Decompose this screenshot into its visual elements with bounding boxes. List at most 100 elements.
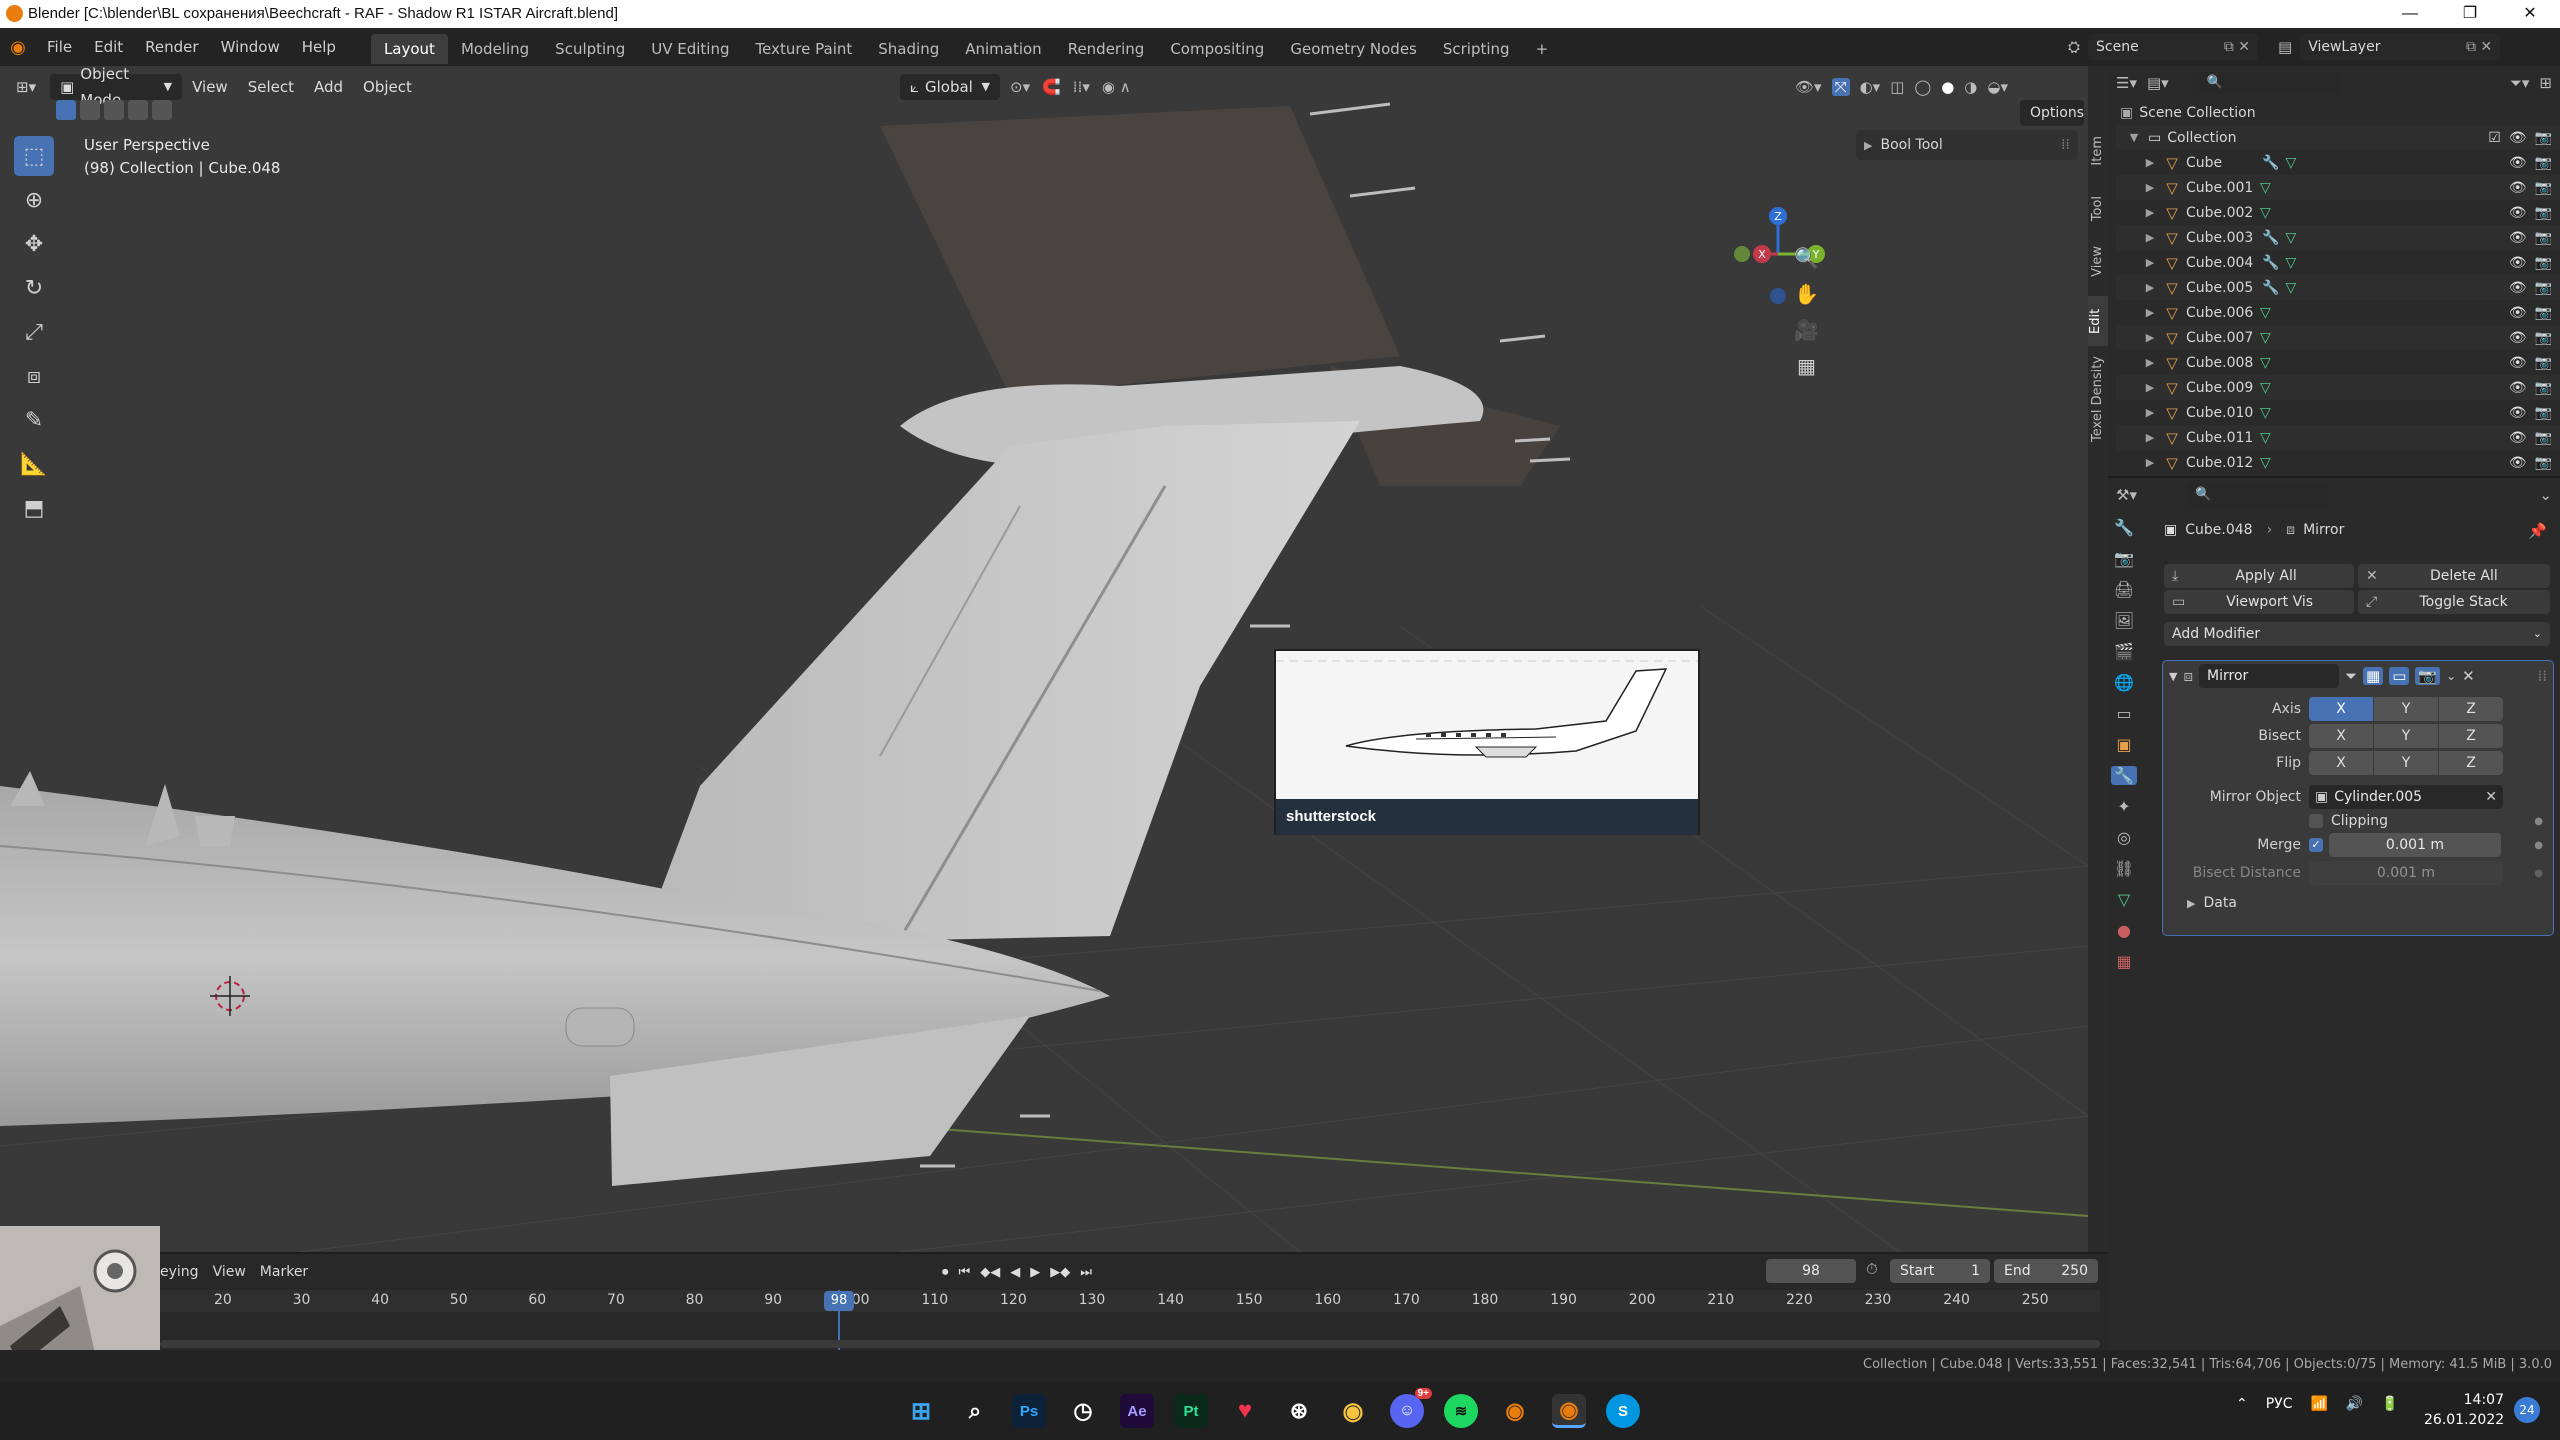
chevron-down-icon[interactable]: ⌄ bbox=[2539, 486, 2552, 504]
remove-modifier-icon[interactable]: ✕ bbox=[2462, 667, 2475, 685]
modifier-wrench-icon[interactable]: 🔧 bbox=[2262, 255, 2279, 271]
modifier-wrench-icon[interactable]: 🔧 bbox=[2262, 155, 2279, 171]
add-modifier-dropdown[interactable]: Add Modifier ⌄ bbox=[2164, 622, 2550, 646]
move-tool-icon[interactable]: ✥ bbox=[14, 224, 54, 264]
play-icon[interactable]: ▶ bbox=[1030, 1265, 1040, 1280]
zoom-icon[interactable]: 🔍 bbox=[1794, 246, 1819, 270]
scene-tab-icon[interactable]: 🎬 bbox=[2114, 642, 2134, 661]
blender-app-icon[interactable]: ◉ bbox=[1498, 1394, 1532, 1428]
data-subpanel[interactable]: ▶ Data bbox=[2163, 895, 2553, 911]
eye-icon[interactable]: 👁 bbox=[2509, 305, 2527, 321]
clock-app-icon[interactable]: ◷ bbox=[1066, 1394, 1100, 1428]
properties-editor-icon[interactable]: ⚒▾ bbox=[2116, 486, 2137, 504]
mesh-data-icon[interactable]: ▽ bbox=[2285, 255, 2296, 271]
properties-search-input[interactable]: 🔍 bbox=[2186, 484, 2327, 506]
outliner-item[interactable]: ▶ ▽ Cube.008 ▽ 👁 📷 bbox=[2116, 350, 2560, 375]
object-tab-icon[interactable]: ▣ bbox=[2116, 735, 2131, 754]
axis-z-toggle[interactable]: Z bbox=[2439, 697, 2503, 721]
texture-tab-icon[interactable]: ▦ bbox=[2116, 952, 2131, 971]
jump-start-icon[interactable]: ⏮ bbox=[959, 1265, 971, 1280]
select-subtract-icon[interactable] bbox=[104, 100, 124, 120]
expand-triangle-icon[interactable]: ▶ bbox=[2142, 231, 2158, 244]
menu-window[interactable]: Window bbox=[210, 28, 291, 66]
eye-icon[interactable]: 👁 bbox=[2509, 430, 2527, 446]
outliner-item[interactable]: ▶ ▽ Cube 🔧 ▽ 👁 📷 bbox=[2116, 150, 2560, 175]
tab-scripting[interactable]: Scripting bbox=[1430, 34, 1523, 64]
expand-triangle-icon[interactable]: ▶ bbox=[2142, 306, 2158, 319]
menu-file[interactable]: File bbox=[36, 28, 83, 66]
clipping-checkbox[interactable] bbox=[2309, 814, 2323, 828]
expand-triangle-icon[interactable]: ▶ bbox=[2142, 456, 2158, 469]
gizmo-toggle-icon[interactable]: ⤧ bbox=[1831, 78, 1850, 96]
mesh-data-icon[interactable]: ▽ bbox=[2260, 330, 2271, 346]
maximize-button[interactable]: ❐ bbox=[2440, 0, 2500, 28]
eye-icon[interactable]: 👁 bbox=[2509, 455, 2527, 471]
snap-target-icon[interactable]: ⁞⁞▾ bbox=[1073, 78, 1090, 96]
drag-handle-icon[interactable]: ⁞⁞ bbox=[2061, 137, 2070, 153]
playhead-frame-badge[interactable]: 98 bbox=[824, 1291, 854, 1311]
timeline-editor[interactable]: eying View Marker ⏺ ⏮ ◆◀ ◀ ▶ ▶◆ ⏭ 98 ⏱ S… bbox=[0, 1226, 2108, 1376]
eye-icon[interactable]: 👁 bbox=[2509, 205, 2527, 221]
xray-icon[interactable]: ◫ bbox=[1890, 78, 1904, 96]
select-intersect-icon[interactable] bbox=[152, 100, 172, 120]
display-mode-icon[interactable]: ▤▾ bbox=[2147, 74, 2169, 92]
preview-range-icon[interactable]: ⏱ bbox=[1866, 1260, 1878, 1278]
render-tab-icon[interactable]: 📷 bbox=[2114, 549, 2134, 568]
eye-icon[interactable]: 👁 bbox=[2509, 355, 2527, 371]
jump-end-icon[interactable]: ⏭ bbox=[1080, 1265, 1092, 1280]
collapse-triangle-icon[interactable]: ▼ bbox=[2169, 670, 2177, 683]
mode-dropdown[interactable]: ▣ Object Mode ▼ bbox=[50, 66, 183, 109]
camera-icon[interactable]: 📷 bbox=[2535, 455, 2552, 471]
select-extend-icon[interactable] bbox=[80, 100, 100, 120]
snap-icon[interactable]: 🧲 bbox=[1042, 78, 1061, 96]
eye-icon[interactable]: 👁 bbox=[2509, 180, 2527, 196]
pan-hand-icon[interactable]: ✋ bbox=[1794, 282, 1819, 306]
tab-compositing[interactable]: Compositing bbox=[1157, 34, 1277, 64]
select-invert-icon[interactable] bbox=[128, 100, 148, 120]
toggle-stack-button[interactable]: ⤢ Toggle Stack bbox=[2358, 590, 2550, 614]
menu-select[interactable]: Select bbox=[238, 74, 304, 100]
expand-triangle-icon[interactable]: ▶ bbox=[2142, 181, 2158, 194]
keyframe-dot-icon[interactable]: ● bbox=[2534, 816, 2543, 827]
tab-sculpting[interactable]: Sculpting bbox=[542, 34, 638, 64]
cage-icon[interactable]: ▦ bbox=[2363, 667, 2384, 685]
outliner-item[interactable]: ▶ ▽ Cube.001 ▽ 👁 📷 bbox=[2116, 175, 2560, 200]
outliner-item[interactable]: ▶ ▽ Cube.006 ▽ 👁 📷 bbox=[2116, 300, 2560, 325]
modifier-tab-icon[interactable]: 🔧 bbox=[2111, 766, 2137, 785]
tab-item[interactable]: Item bbox=[2090, 136, 2105, 166]
snapping-controls[interactable]: ⊙▾ 🧲 ⁞⁞▾ ◉ ∧ bbox=[1010, 74, 1131, 100]
menu-edit[interactable]: Edit bbox=[83, 28, 134, 66]
outliner-editor-icon[interactable]: ☰▾ bbox=[2116, 74, 2137, 92]
camera-icon[interactable]: 📷 bbox=[2535, 180, 2552, 196]
mesh-data-icon[interactable]: ▽ bbox=[2260, 430, 2271, 446]
mesh-data-icon[interactable]: ▽ bbox=[2260, 180, 2271, 196]
viewport-overlays[interactable]: 👁▾ ⤧ ◐▾ ◫ ◯ ● ◑ ◒▾ bbox=[1795, 74, 2008, 100]
measure-tool-icon[interactable]: 📐 bbox=[14, 444, 54, 484]
tab-geometry-nodes[interactable]: Geometry Nodes bbox=[1277, 34, 1430, 64]
tab-animation[interactable]: Animation bbox=[952, 34, 1054, 64]
mesh-data-icon[interactable]: ▽ bbox=[2260, 305, 2271, 321]
bisect-x-toggle[interactable]: X bbox=[2309, 724, 2373, 748]
volume-icon[interactable]: 🔊 bbox=[2346, 1396, 2363, 1412]
select-mode-buttons[interactable] bbox=[56, 100, 172, 120]
menu-object[interactable]: Object bbox=[353, 74, 422, 100]
bool-tool-panel[interactable]: ▶ Bool Tool ⁞⁞ bbox=[1856, 130, 2078, 160]
visibility-icon[interactable]: 👁▾ bbox=[1795, 78, 1822, 96]
battery-icon[interactable]: 🔋 bbox=[2381, 1396, 2398, 1412]
language-indicator[interactable]: РУС bbox=[2266, 1396, 2293, 1412]
merge-checkbox[interactable]: ✓ bbox=[2309, 838, 2323, 852]
skype-app-icon[interactable]: S bbox=[1606, 1394, 1640, 1428]
mesh-data-icon[interactable]: ▽ bbox=[2285, 230, 2296, 246]
new-collection-icon[interactable]: ⊞ bbox=[2539, 74, 2552, 92]
axis-y-toggle[interactable]: Y bbox=[2374, 697, 2438, 721]
heart-app-icon[interactable]: ♥ bbox=[1228, 1394, 1262, 1428]
pivot-icon[interactable]: ⊙▾ bbox=[1010, 78, 1030, 96]
tab-rendering[interactable]: Rendering bbox=[1055, 34, 1158, 64]
eye-icon[interactable]: 👁 bbox=[2509, 130, 2527, 146]
close-button[interactable]: ✕ bbox=[2500, 0, 2560, 28]
minimize-button[interactable]: — bbox=[2380, 0, 2440, 28]
camera-icon[interactable]: 📷 bbox=[2535, 255, 2552, 271]
physics-tab-icon[interactable]: ◎ bbox=[2117, 828, 2131, 847]
tab-edit[interactable]: Edit bbox=[2088, 296, 2108, 346]
tab-shading[interactable]: Shading bbox=[865, 34, 952, 64]
